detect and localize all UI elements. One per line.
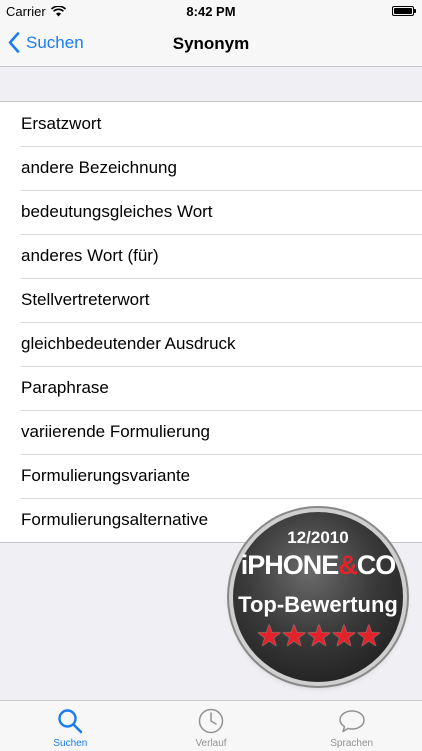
synonym-item[interactable]: anderes Wort (für) [0, 234, 422, 278]
award-badge: 12/2010 iPHONE&CO Top-Bewertung ★★★★★ [233, 512, 403, 682]
nav-bar: Suchen Synonym [0, 22, 422, 66]
page-title: Synonym [172, 34, 250, 53]
tab-label: Suchen [53, 738, 88, 749]
top-bar: Carrier 8:42 PM Suchen Synonym [0, 0, 422, 67]
tab-label: Sprachen [330, 738, 374, 749]
synonym-item[interactable]: variierende Formulierung [0, 410, 422, 454]
badge-year: 12/2010 [287, 528, 349, 547]
tab-label: Verlauf [195, 738, 227, 749]
badge-rating-label: Top-Bewertung [238, 592, 398, 617]
synonym-item[interactable]: Formulierungsvariante [0, 454, 422, 498]
synonym-item[interactable]: Stellvertreterwort [0, 278, 422, 322]
clock-icon [198, 708, 224, 734]
tab-suchen[interactable]: Suchen [0, 701, 141, 751]
badge-star: ★ [255, 620, 283, 653]
badge-star: ★ [305, 620, 333, 653]
synonym-item[interactable]: bedeutungsgleiches Wort [0, 190, 422, 234]
search-icon [58, 709, 83, 734]
badge-brand-part1: iPHONE [240, 550, 340, 580]
badge-stars: ★★★★★ [233, 619, 403, 654]
status-time: 8:42 PM [186, 4, 236, 19]
badge-star: ★ [280, 620, 308, 653]
battery-fill [394, 8, 412, 14]
synonym-item[interactable]: Ersatzwort [0, 102, 422, 146]
tab-verlauf[interactable]: Verlauf [141, 701, 282, 751]
synonym-item[interactable]: gleichbedeutender Ausdruck [0, 322, 422, 366]
synonym-item[interactable]: andere Bezeichnung [0, 146, 422, 190]
speech-bubble-icon [338, 710, 365, 733]
tab-sprachen[interactable]: Sprachen [281, 701, 422, 751]
status-bar: Carrier 8:42 PM [0, 0, 422, 22]
badge-star: ★ [330, 620, 357, 653]
synonym-list: Ersatzwort andere Bezeichnung bedeutungs… [0, 101, 422, 543]
tab-bar: Suchen Verlauf Sprachen [0, 700, 422, 751]
badge-star: ★ [355, 620, 382, 653]
badge-brand-part2: CO [356, 550, 396, 580]
badge-brand-amp: & [338, 550, 357, 580]
battery-icon [392, 6, 416, 16]
synonym-item[interactable]: Paraphrase [0, 366, 422, 410]
badge-brand: iPHONE&CO [233, 550, 403, 581]
